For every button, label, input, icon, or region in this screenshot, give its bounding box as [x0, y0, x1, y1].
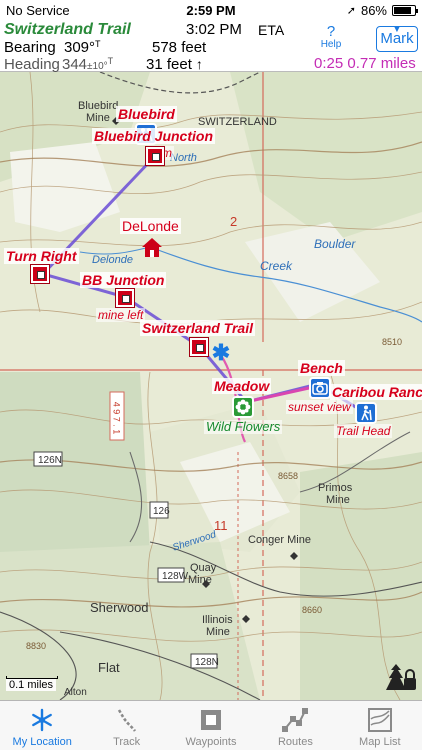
- tab-label-routes: Routes: [277, 736, 313, 748]
- waypoint-note-meadow: Wild Flowers: [204, 419, 283, 434]
- bearing-value: 309°: [64, 39, 96, 56]
- tab-track[interactable]: Track: [84, 701, 168, 750]
- map-lock-icon[interactable]: [380, 662, 418, 696]
- waypoint-label-switzerland-trail[interactable]: Switzerland Trail: [140, 320, 255, 336]
- routes-icon: [280, 706, 310, 734]
- battery-icon: [392, 5, 418, 16]
- map-list-icon: [365, 706, 395, 734]
- topo-label-boulder: Boulder: [314, 237, 356, 251]
- topo-label-flat: Flat: [98, 660, 120, 675]
- topo-label-alton: Alton: [64, 687, 87, 698]
- help-button[interactable]: ? Help: [315, 23, 347, 50]
- elevation-8658: 8658: [278, 471, 299, 481]
- topo-label-creek: Creek: [260, 259, 293, 273]
- topo-label-sherwood: Sherwood: [90, 600, 149, 615]
- route-title[interactable]: Switzerland Trail: [4, 21, 131, 39]
- waypoint-note-bb-junction: mine left: [96, 308, 146, 322]
- waypoint-label-meadow[interactable]: Meadow: [212, 378, 272, 394]
- track-icon: [112, 706, 142, 734]
- waypoint-label-turn-right[interactable]: Turn Right: [4, 248, 79, 264]
- waypoint-marker-turn-right[interactable]: [30, 264, 50, 284]
- bearing-label: Bearing: [4, 39, 56, 56]
- waypoint-label-bluebird[interactable]: Bluebird: [116, 106, 177, 122]
- bearing-unit: T: [95, 39, 101, 49]
- current-location-icon[interactable]: ✱: [210, 342, 232, 364]
- tab-bar: My Location Track Waypoints Routes Map L…: [0, 700, 422, 750]
- waypoint-note-caribou-ranch: sunset view: [286, 400, 353, 414]
- snowflake-location-icon: [27, 706, 57, 734]
- road-shield-4971: 4 9 7 . 1: [111, 401, 122, 435]
- tab-label-my-location: My Location: [12, 736, 72, 748]
- help-label: Help: [320, 39, 342, 50]
- heading-unit: T: [107, 56, 114, 66]
- road-shield-128n: 128N: [195, 657, 219, 668]
- navigation-header: Switzerland Trail 3:02 PM ETA Bearing 30…: [0, 20, 422, 73]
- tab-waypoints[interactable]: Waypoints: [169, 701, 253, 750]
- waypoint-label-bb-junction[interactable]: BB Junction: [80, 272, 167, 288]
- distance-to-next: 578 feet: [152, 39, 207, 56]
- hiker-icon[interactable]: [355, 402, 377, 424]
- status-bar: No Service 2:59 PM ➚ 86%: [0, 0, 422, 20]
- tab-routes[interactable]: Routes: [253, 701, 337, 750]
- topo-label-illinois-mine: Mine: [206, 626, 230, 638]
- mark-button[interactable]: ▼ Mark: [376, 24, 418, 52]
- topo-label-quay-mine: Mine: [188, 574, 212, 586]
- heading-label: Heading: [4, 56, 60, 73]
- arrow-up-icon: ↑: [195, 56, 203, 72]
- topo-label-primos-mine: Mine: [326, 494, 350, 506]
- tab-map-list[interactable]: Map List: [338, 701, 422, 750]
- topo-label-mine: Mine: [86, 112, 110, 124]
- vertical-distance: 31 feet: [146, 56, 192, 73]
- topo-label-conger-mine: Conger Mine: [248, 534, 311, 546]
- elevation-8830: 8830: [26, 641, 47, 651]
- tab-label-waypoints: Waypoints: [185, 736, 237, 748]
- road-shield-128w: 128W: [162, 571, 189, 582]
- waypoint-label-caribou-ranch[interactable]: Caribou Ranch: [330, 384, 422, 400]
- waypoint-label-delonde[interactable]: DeLonde: [120, 218, 181, 234]
- tab-my-location[interactable]: My Location: [0, 701, 84, 750]
- waypoint-label-bench[interactable]: Bench: [298, 360, 345, 376]
- tab-label-track: Track: [113, 736, 141, 748]
- topo-label-delonde: Delonde: [92, 254, 133, 266]
- question-icon: ?: [326, 23, 336, 40]
- waypoint-marker-switzerland-trail[interactable]: [189, 337, 209, 357]
- heading-tolerance: ±10°: [87, 61, 108, 72]
- flower-icon[interactable]: [232, 396, 254, 418]
- tab-label-map-list: Map List: [359, 736, 401, 748]
- house-icon[interactable]: [140, 236, 164, 258]
- section-number-2: 2: [230, 214, 238, 229]
- waypoint-label-bluebird-junction[interactable]: Bluebird Junction: [92, 128, 215, 144]
- waypoint-note-trail-head: Trail Head: [334, 424, 393, 438]
- eta-time: 3:02 PM: [186, 21, 242, 38]
- location-arrow-icon: ➚: [346, 5, 356, 17]
- road-shield-126n: 126N: [38, 455, 62, 466]
- arrow-down-icon: ▼: [392, 24, 402, 35]
- waypoint-marker-bluebird-junction[interactable]: [145, 146, 165, 166]
- camera-icon[interactable]: [309, 377, 331, 399]
- road-shield-126: 126: [153, 506, 170, 517]
- battery-percent: 86%: [360, 3, 387, 18]
- elevation-8510: 8510: [382, 337, 403, 347]
- waypoint-marker-bb-junction[interactable]: [115, 288, 135, 308]
- waypoint-square-icon: [196, 706, 226, 734]
- eta-label: ETA: [258, 22, 285, 38]
- topo-map[interactable]: Bluebird Mine SWITZERLAND North 2 Delond…: [0, 72, 422, 700]
- heading-value: 344: [62, 56, 88, 73]
- remaining-time-distance: 0:25 0.77 miles: [314, 55, 416, 72]
- elevation-8660: 8660: [302, 605, 323, 615]
- scale-label: 0.1 miles: [6, 679, 57, 691]
